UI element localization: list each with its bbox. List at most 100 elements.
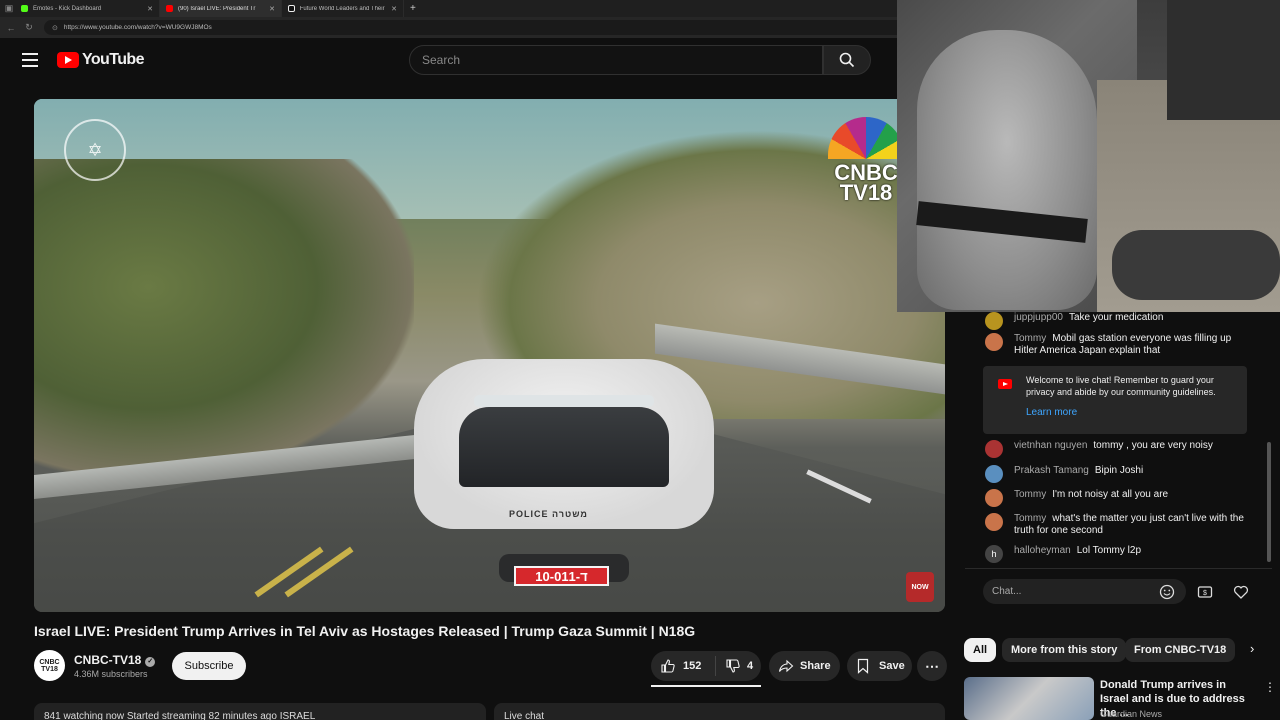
browser-tab-youtube[interactable]: (90) Israel LIVE: President Tr ✕ bbox=[160, 0, 282, 17]
avatar[interactable] bbox=[985, 465, 1003, 483]
chevron-right-icon[interactable]: › bbox=[1250, 641, 1254, 656]
youtube-icon bbox=[998, 379, 1012, 389]
chat-message: Tommy I'm not noisy at all you are bbox=[985, 489, 1255, 507]
save-label: Save bbox=[879, 660, 905, 672]
car-lightbar bbox=[474, 395, 654, 407]
learn-more-link[interactable]: Learn more bbox=[1026, 407, 1077, 419]
chat-text: I'm not noisy at all you are bbox=[1052, 489, 1169, 500]
bookmark-icon bbox=[857, 658, 869, 674]
chat-scrollbar[interactable] bbox=[1267, 442, 1271, 562]
chat-text: tommy , you are very noisy bbox=[1093, 440, 1213, 451]
chair-armrest bbox=[1112, 230, 1280, 300]
chat-author[interactable]: Prakash Tamang bbox=[1014, 465, 1089, 476]
save-button[interactable]: Save bbox=[847, 651, 912, 681]
video-player[interactable]: POLICE משטרה 10-011-ד ✡ CNBC TV18 NOW bbox=[34, 99, 945, 612]
tab-label: (90) Israel LIVE: President Tr bbox=[178, 5, 256, 12]
more-horizontal-icon: ⋯ bbox=[925, 657, 939, 674]
police-car: POLICE משטרה 10-011-ד bbox=[414, 299, 714, 586]
chat-message: Tommy Mobil gas station everyone was fill… bbox=[985, 333, 1255, 357]
chat-text: Bipin Joshi bbox=[1094, 465, 1144, 476]
tab-label: Future World Leaders and Their I bbox=[299, 5, 386, 12]
now-badge: NOW bbox=[906, 572, 934, 602]
chat-input[interactable] bbox=[983, 579, 1186, 604]
like-dislike-group: 152 4 bbox=[651, 651, 761, 681]
like-count: 152 bbox=[683, 660, 702, 672]
avatar[interactable] bbox=[985, 440, 1003, 458]
chip-from-cnbc-tv18[interactable]: From CNBC-TV18 bbox=[1125, 638, 1236, 662]
share-label: Share bbox=[800, 660, 831, 672]
avatar[interactable] bbox=[985, 333, 1003, 351]
back-icon[interactable]: ← bbox=[4, 21, 18, 35]
tiktok-icon bbox=[288, 5, 295, 12]
url-field[interactable]: ⊙ https://www.youtube.com/watch?v=WU9GWJ… bbox=[44, 20, 924, 35]
recommendation-channel[interactable]: Guardian News bbox=[1100, 709, 1162, 719]
close-tab-icon[interactable]: ✕ bbox=[385, 5, 397, 13]
browser-tab-kick[interactable]: Emotes - Kick Dashboard ✕ bbox=[15, 0, 160, 17]
chat-text: what's the matter you just can't live wi… bbox=[1014, 513, 1244, 536]
chat-author[interactable]: Tommy bbox=[1014, 489, 1046, 500]
chat-message: vietnhan nguyen tommy , you are very nois… bbox=[985, 440, 1255, 458]
like-ratio-bar bbox=[651, 685, 761, 687]
live-chat-panel: juppjupp00 Take your medication Tommy Mobi… bbox=[965, 312, 1272, 605]
chip-more-from-this-story[interactable]: More from this story bbox=[1002, 638, 1127, 662]
chat-text: Lol Tommy l2p bbox=[1076, 545, 1142, 556]
site-info-icon[interactable]: ⊙ bbox=[52, 24, 58, 32]
browser-tab-tiktok[interactable]: Future World Leaders and Their I ✕ bbox=[282, 0, 404, 17]
youtube-logo-text: YouTube bbox=[82, 51, 144, 68]
video-title: Israel LIVE: President Trump Arrives in … bbox=[34, 623, 696, 639]
avatar[interactable] bbox=[985, 513, 1003, 531]
chat-author[interactable]: Tommy bbox=[1014, 513, 1046, 524]
chip-all[interactable]: All bbox=[964, 638, 997, 662]
more-actions-button[interactable]: ⋯ bbox=[917, 651, 947, 681]
subscriber-count: 4.36M subscribers bbox=[74, 669, 148, 679]
dislike-count: 4 bbox=[747, 660, 754, 672]
reload-icon[interactable]: ↻ bbox=[22, 21, 36, 35]
search-box bbox=[409, 45, 823, 75]
share-icon bbox=[778, 659, 794, 673]
chat-author[interactable]: halloheyman bbox=[1014, 545, 1071, 556]
chat-message: juppjupp00 Take your medication bbox=[985, 312, 1255, 330]
chat-message: Prakash Tamang Bipin Joshi bbox=[985, 465, 1255, 483]
chat-author[interactable]: juppjupp00 bbox=[1014, 312, 1063, 323]
description-box[interactable]: 841 watching now Started streaming 82 mi… bbox=[34, 703, 486, 720]
hamburger-menu-icon[interactable] bbox=[22, 53, 38, 67]
window-menu-icon[interactable]: ▣ bbox=[3, 2, 15, 16]
chat-message: Tommy what's the matter you just can't li… bbox=[985, 513, 1255, 537]
peacock-icon bbox=[828, 117, 904, 159]
police-label: POLICE משטרה bbox=[509, 509, 588, 519]
subscribe-button[interactable]: Subscribe bbox=[172, 652, 246, 680]
description-preview: 841 watching now Started streaming 82 mi… bbox=[44, 711, 316, 720]
chat-author[interactable]: Tommy bbox=[1014, 333, 1046, 344]
emoji-icon[interactable] bbox=[1157, 582, 1177, 602]
share-button[interactable]: Share bbox=[769, 651, 840, 681]
new-tab-button[interactable]: + bbox=[404, 0, 422, 17]
url-text: https://www.youtube.com/watch?v=WU9GWJ8M… bbox=[63, 24, 212, 31]
avatar[interactable] bbox=[985, 312, 1003, 330]
more-vertical-icon[interactable]: ⋮ bbox=[1264, 680, 1276, 694]
video-scene-hill-left bbox=[34, 159, 414, 479]
youtube-logo[interactable]: YouTube bbox=[57, 51, 144, 69]
channel-avatar[interactable]: CNBC TV18 bbox=[34, 650, 65, 681]
super-chat-icon[interactable]: $ bbox=[1195, 582, 1215, 602]
avatar[interactable]: h bbox=[985, 545, 1003, 563]
heart-icon[interactable] bbox=[1231, 582, 1251, 602]
chat-author[interactable]: vietnhan nguyen bbox=[1014, 440, 1087, 451]
like-button[interactable]: 152 bbox=[651, 656, 716, 676]
car-windshield bbox=[459, 407, 669, 487]
recommendation-thumbnail[interactable] bbox=[964, 677, 1094, 720]
tab-label: Emotes - Kick Dashboard bbox=[33, 5, 102, 12]
search-icon bbox=[839, 52, 855, 68]
channel-name[interactable]: CNBC-TV18 bbox=[74, 653, 141, 667]
chat-welcome-notice: Welcome to live chat! Remember to guard … bbox=[983, 366, 1247, 434]
search-input[interactable] bbox=[422, 53, 802, 67]
thumbs-up-icon bbox=[661, 659, 675, 673]
verified-check-icon: ✓ bbox=[145, 657, 156, 667]
close-tab-icon[interactable]: ✕ bbox=[263, 5, 275, 13]
dislike-button[interactable]: 4 bbox=[716, 658, 753, 674]
youtube-play-icon bbox=[57, 52, 79, 68]
close-tab-icon[interactable]: ✕ bbox=[141, 5, 153, 13]
search-button[interactable] bbox=[823, 45, 871, 75]
svg-text:$: $ bbox=[1203, 590, 1207, 597]
youtube-icon bbox=[166, 5, 173, 12]
avatar[interactable] bbox=[985, 489, 1003, 507]
